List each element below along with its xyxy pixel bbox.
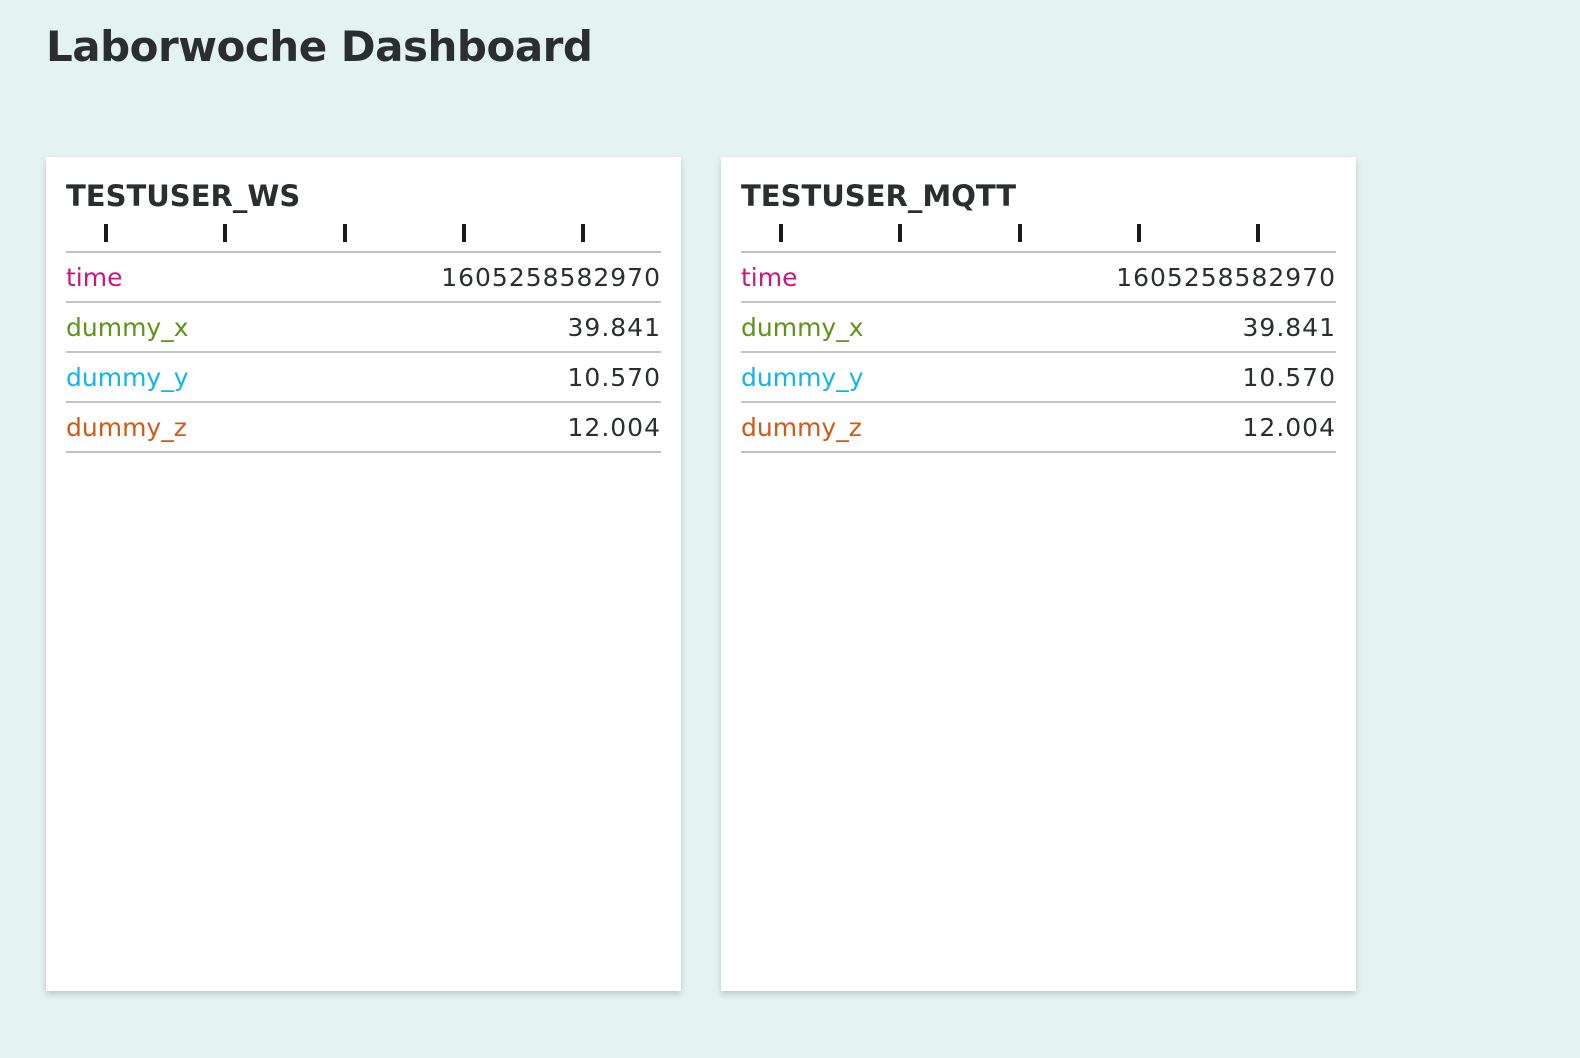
row-value: 10.570 (1242, 362, 1336, 392)
tick-mark (898, 224, 902, 242)
tick-mark (1137, 224, 1141, 242)
row-label: time (66, 262, 123, 292)
tick-mark (779, 224, 783, 242)
row-value: 10.570 (567, 362, 661, 392)
tick-marks (741, 215, 1336, 253)
row-label: time (741, 262, 798, 292)
row-value: 1605258582970 (1116, 262, 1336, 292)
data-row-dummy-y: dummy_y 10.570 (741, 353, 1336, 403)
row-value: 1605258582970 (441, 262, 661, 292)
card-title: TESTUSER_WS (66, 179, 301, 213)
row-value: 39.841 (567, 312, 661, 342)
row-value: 39.841 (1242, 312, 1336, 342)
card-title: TESTUSER_MQTT (741, 179, 1017, 213)
tick-mark (223, 224, 227, 242)
sensor-card-testuser-mqtt: TESTUSER_MQTT time 1605258582970 dummy_x… (721, 157, 1356, 991)
tick-mark (1256, 224, 1260, 242)
data-row-dummy-z: dummy_z 12.004 (741, 403, 1336, 453)
page-title: Laborwoche Dashboard (46, 22, 593, 71)
row-label: dummy_x (741, 312, 864, 342)
data-row-dummy-x: dummy_x 39.841 (66, 303, 661, 353)
tick-marks (66, 215, 661, 253)
row-label: dummy_z (66, 412, 187, 442)
tick-mark (1018, 224, 1022, 242)
tick-mark (581, 224, 585, 242)
tick-mark (462, 224, 466, 242)
sensor-card-testuser-ws: TESTUSER_WS time 1605258582970 dummy_x 3… (46, 157, 681, 991)
data-row-time: time 1605258582970 (741, 253, 1336, 303)
data-row-time: time 1605258582970 (66, 253, 661, 303)
row-label: dummy_x (66, 312, 189, 342)
data-row-dummy-y: dummy_y 10.570 (66, 353, 661, 403)
tick-mark (343, 224, 347, 242)
row-label: dummy_z (741, 412, 862, 442)
tick-mark (104, 224, 108, 242)
data-row-dummy-z: dummy_z 12.004 (66, 403, 661, 453)
row-value: 12.004 (1242, 412, 1336, 442)
row-label: dummy_y (66, 362, 189, 392)
row-label: dummy_y (741, 362, 864, 392)
row-value: 12.004 (567, 412, 661, 442)
data-row-dummy-x: dummy_x 39.841 (741, 303, 1336, 353)
